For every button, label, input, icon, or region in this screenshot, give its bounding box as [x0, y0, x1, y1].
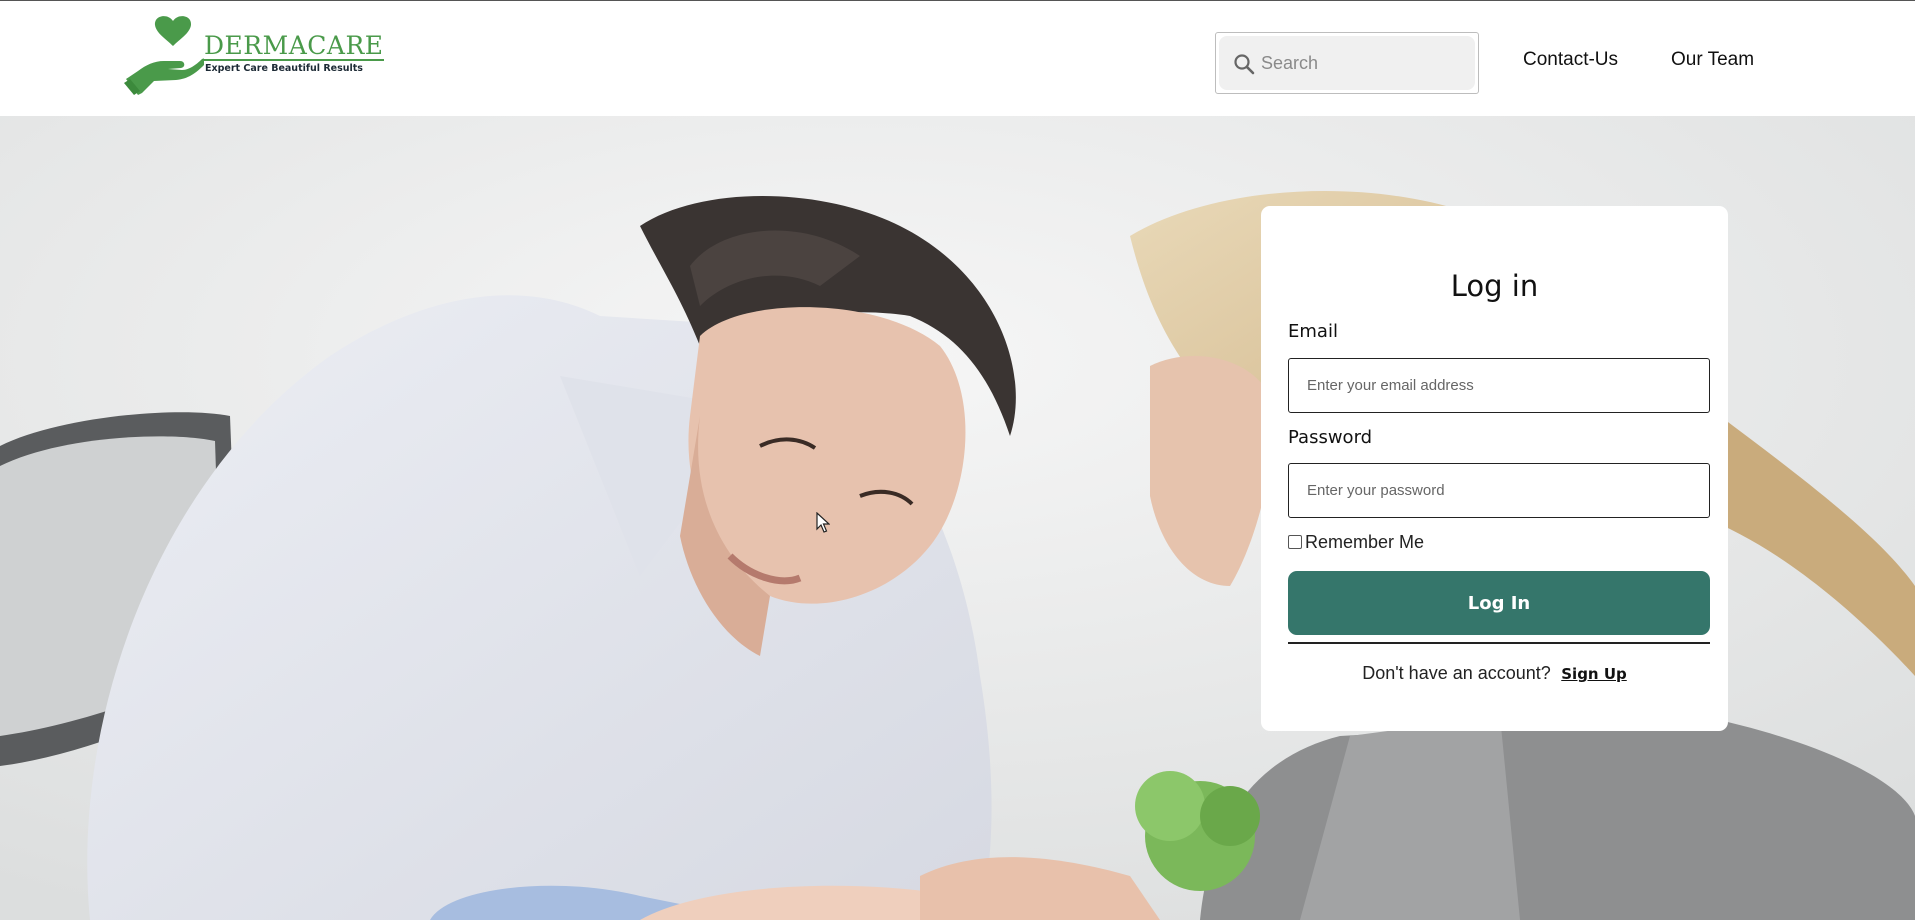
heart-in-hand-icon	[124, 16, 204, 95]
password-label: Password	[1288, 427, 1373, 448]
search-input[interactable]	[1259, 36, 1469, 90]
signup-prompt: Don't have an account?	[1362, 663, 1551, 683]
login-button[interactable]: Log In	[1288, 571, 1710, 635]
remember-me-checkbox[interactable]	[1288, 535, 1302, 549]
password-field[interactable]	[1288, 463, 1710, 518]
signup-link[interactable]: Sign Up	[1561, 665, 1627, 683]
logo[interactable]: DERMACARE Expert Care Beautiful Results	[124, 13, 384, 95]
signup-row: Don't have an account? Sign Up	[1261, 663, 1728, 684]
email-label: Email	[1288, 321, 1338, 342]
search-icon	[1234, 54, 1255, 75]
remember-me-row[interactable]: Remember Me	[1288, 531, 1424, 553]
nav-contact-us[interactable]: Contact-Us	[1523, 49, 1618, 71]
mouse-cursor-icon	[816, 512, 830, 533]
divider	[1288, 642, 1710, 644]
site-header: DERMACARE Expert Care Beautiful Results …	[0, 1, 1915, 116]
brand-name: DERMACARE	[204, 31, 384, 61]
login-card: Log in Email Password Remember Me Log In…	[1261, 206, 1728, 731]
search-field	[1219, 36, 1475, 90]
email-field[interactable]	[1288, 358, 1710, 413]
search-box[interactable]	[1215, 32, 1479, 94]
nav-our-team[interactable]: Our Team	[1671, 49, 1754, 71]
brand-tagline: Expert Care Beautiful Results	[205, 63, 363, 74]
remember-me-label[interactable]: Remember Me	[1305, 532, 1424, 553]
login-title: Log in	[1450, 269, 1539, 304]
